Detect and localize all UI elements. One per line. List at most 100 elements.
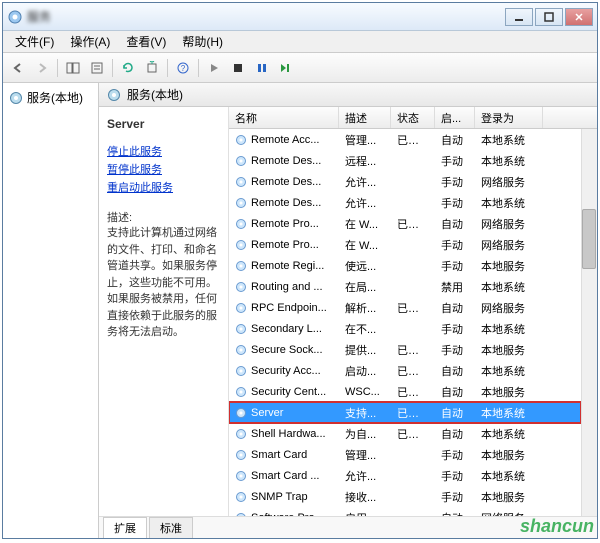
service-login-cell: 本地服务 (475, 489, 543, 505)
service-name-cell: Smart Card (229, 449, 339, 461)
column-desc[interactable]: 描述 (339, 107, 391, 128)
refresh-button[interactable] (117, 57, 139, 79)
gear-icon (235, 239, 247, 251)
svg-text:?: ? (181, 64, 186, 73)
service-row[interactable]: Remote Regi...使远...手动本地服务 (229, 255, 581, 276)
service-row[interactable]: Remote Pro...在 W...手动网络服务 (229, 234, 581, 255)
tree-root-item[interactable]: 服务(本地) (7, 87, 94, 108)
tab-extended[interactable]: 扩展 (103, 517, 147, 538)
service-login-cell: 网络服务 (475, 300, 543, 316)
service-row[interactable]: Security Acc...启动...已启动自动本地系统 (229, 360, 581, 381)
service-row[interactable]: Software Pro...启用...自动网络服务 (229, 507, 581, 516)
gear-icon (235, 281, 247, 293)
close-button[interactable] (565, 8, 593, 26)
gear-icon (235, 491, 247, 503)
scrollbar[interactable] (581, 129, 597, 516)
start-service-button[interactable] (203, 57, 225, 79)
service-row[interactable]: Remote Acc...管理...已启动自动本地系统 (229, 129, 581, 150)
menu-file[interactable]: 文件(F) (7, 31, 62, 52)
properties-button[interactable] (86, 57, 108, 79)
service-login-cell: 本地系统 (475, 405, 543, 421)
service-row[interactable]: Security Cent...WSC...已启动自动本地服务 (229, 381, 581, 402)
menu-action[interactable]: 操作(A) (62, 31, 118, 52)
service-row[interactable]: Secondary L...在不...手动本地系统 (229, 318, 581, 339)
service-startup-cell: 自动 (435, 426, 475, 442)
service-startup-cell: 禁用 (435, 279, 475, 295)
column-name[interactable]: 名称 (229, 107, 339, 128)
service-row[interactable]: Remote Des...远程...手动本地系统 (229, 150, 581, 171)
service-status-cell: 已启动 (391, 405, 435, 421)
service-row[interactable]: Remote Des...允许...手动本地系统 (229, 192, 581, 213)
restart-service-button[interactable] (275, 57, 297, 79)
service-row[interactable]: Server支持...已启动自动本地系统 (229, 402, 581, 423)
gear-icon (235, 365, 247, 377)
service-name-cell: Remote Des... (229, 197, 339, 209)
help-button[interactable]: ? (172, 57, 194, 79)
service-row[interactable]: Shell Hardwa...为自...已启动自动本地系统 (229, 423, 581, 444)
content-header-label: 服务(本地) (127, 86, 183, 103)
service-status-cell: 已启动 (391, 132, 435, 148)
services-window: 服务 文件(F) 操作(A) 查看(V) 帮助(H) ? (2, 2, 598, 539)
service-desc-cell: 允许... (339, 174, 391, 190)
maximize-button[interactable] (535, 8, 563, 26)
service-startup-cell: 手动 (435, 237, 475, 253)
service-desc-cell: WSC... (339, 386, 391, 398)
service-row[interactable]: SNMP Trap接收...手动本地服务 (229, 486, 581, 507)
gear-icon (235, 344, 247, 356)
service-row[interactable]: Smart Card ...允许...手动本地系统 (229, 465, 581, 486)
gear-icon (235, 155, 247, 167)
minimize-button[interactable] (505, 8, 533, 26)
service-startup-cell: 自动 (435, 405, 475, 421)
restart-service-link[interactable]: 重启动此服务 (107, 179, 220, 195)
service-login-cell: 网络服务 (475, 237, 543, 253)
service-startup-cell: 自动 (435, 363, 475, 379)
service-row[interactable]: Remote Pro...在 W...已启动自动网络服务 (229, 213, 581, 234)
service-name-cell: Remote Pro... (229, 239, 339, 251)
column-status[interactable]: 状态 (391, 107, 435, 128)
service-status-cell: 已启动 (391, 426, 435, 442)
service-login-cell: 本地服务 (475, 447, 543, 463)
service-login-cell: 网络服务 (475, 216, 543, 232)
export-button[interactable] (141, 57, 163, 79)
gear-icon (235, 428, 247, 440)
tree-pane[interactable]: 服务(本地) (3, 83, 99, 538)
service-row[interactable]: Routing and ...在局...禁用本地系统 (229, 276, 581, 297)
service-status-cell: 已启动 (391, 384, 435, 400)
separator (57, 59, 58, 77)
pause-service-button[interactable] (251, 57, 273, 79)
show-hide-button[interactable] (62, 57, 84, 79)
service-name-cell: Remote Pro... (229, 218, 339, 230)
service-list[interactable]: Remote Acc...管理...已启动自动本地系统Remote Des...… (229, 129, 581, 516)
service-desc-cell: 在 W... (339, 216, 391, 232)
service-startup-cell: 自动 (435, 132, 475, 148)
service-status-cell: 已启动 (391, 300, 435, 316)
separator (198, 59, 199, 77)
titlebar[interactable]: 服务 (3, 3, 597, 31)
service-desc-cell: 允许... (339, 195, 391, 211)
column-startup[interactable]: 启... (435, 107, 475, 128)
scrollbar-thumb[interactable] (582, 209, 596, 269)
stop-service-button[interactable] (227, 57, 249, 79)
menu-help[interactable]: 帮助(H) (174, 31, 231, 52)
back-button[interactable] (7, 57, 29, 79)
forward-button[interactable] (31, 57, 53, 79)
menu-view[interactable]: 查看(V) (118, 31, 174, 52)
pause-service-link[interactable]: 暂停此服务 (107, 161, 220, 177)
service-row[interactable]: Secure Sock...提供...已启动手动本地服务 (229, 339, 581, 360)
tab-standard[interactable]: 标准 (149, 517, 193, 538)
service-desc-cell: 在局... (339, 279, 391, 295)
service-startup-cell: 手动 (435, 174, 475, 190)
stop-service-link[interactable]: 停止此服务 (107, 143, 220, 159)
body-area: 服务(本地) 服务(本地) Server 停止此服务 暂停此服务 重启动此服务 … (3, 83, 597, 538)
gear-icon (235, 302, 247, 314)
service-row[interactable]: Remote Des...允许...手动网络服务 (229, 171, 581, 192)
service-row[interactable]: RPC Endpoin...解析...已启动自动网络服务 (229, 297, 581, 318)
column-login[interactable]: 登录为 (475, 107, 543, 128)
service-startup-cell: 手动 (435, 258, 475, 274)
service-name-cell: Routing and ... (229, 281, 339, 293)
title-buttons (505, 8, 593, 26)
gear-icon (235, 323, 247, 335)
service-startup-cell: 手动 (435, 153, 475, 169)
service-row[interactable]: Smart Card管理...手动本地服务 (229, 444, 581, 465)
separator (167, 59, 168, 77)
